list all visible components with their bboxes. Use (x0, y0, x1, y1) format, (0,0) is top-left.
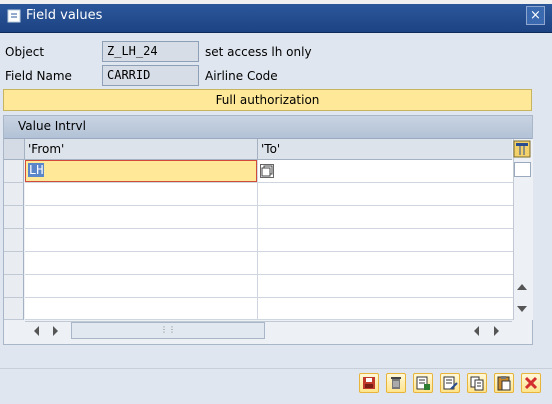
delete-button[interactable] (386, 373, 406, 393)
scroll-right-end-icon[interactable] (494, 326, 499, 336)
object-description: set access lh only (205, 45, 312, 59)
edit-row-icon (443, 376, 458, 390)
scroll-left-icon[interactable] (34, 326, 39, 336)
vertical-scroll-thumb[interactable] (514, 162, 531, 177)
copy-icon (470, 376, 484, 391)
table-row[interactable] (25, 206, 513, 229)
close-button[interactable]: × (526, 6, 545, 25)
row-selector[interactable] (4, 206, 24, 229)
table-row[interactable] (25, 229, 513, 252)
save-icon (363, 377, 375, 389)
field-name-description: Airline Code (205, 69, 278, 83)
horizontal-scroll-thumb[interactable]: ⋮⋮ (71, 322, 265, 339)
paste-button[interactable] (494, 373, 514, 393)
multiple-selection-icon[interactable] (260, 164, 274, 178)
table-row[interactable] (25, 183, 513, 206)
row-selector[interactable] (4, 183, 24, 206)
full-authorization-button[interactable]: Full authorization (3, 89, 532, 111)
scroll-up-icon[interactable] (517, 284, 527, 290)
cancel-button[interactable] (521, 373, 541, 393)
row-selector[interactable] (4, 275, 24, 298)
row-selector[interactable] (4, 252, 24, 275)
copy-button[interactable] (467, 373, 487, 393)
row-selector[interactable] (4, 160, 24, 183)
select-all-corner[interactable] (4, 139, 25, 159)
from-input-cell[interactable] (25, 160, 257, 182)
table-config-icon[interactable] (513, 140, 531, 158)
edit-row-button[interactable] (440, 373, 460, 393)
window-icon (7, 9, 21, 23)
column-header-row (4, 139, 512, 160)
table-row[interactable] (25, 275, 513, 298)
insert-row-icon (416, 376, 430, 390)
scroll-left-end-icon[interactable] (474, 326, 479, 336)
column-header-from[interactable]: 'From' (28, 142, 64, 156)
paste-icon (497, 376, 511, 391)
from-value: LH (28, 163, 45, 177)
cancel-icon (524, 376, 538, 390)
row-selector[interactable] (4, 229, 24, 252)
scroll-right-icon[interactable] (53, 326, 58, 336)
field-name-field[interactable]: CARRID (102, 65, 199, 86)
toolbar-separator (0, 368, 552, 369)
object-label: Object (5, 45, 45, 59)
column-header-to[interactable]: 'To' (261, 142, 280, 156)
window-title: Field values (26, 8, 103, 23)
insert-row-button[interactable] (413, 373, 433, 393)
panel-title: Value Intrvl (18, 119, 86, 133)
table-row[interactable] (25, 298, 513, 320)
delete-icon (391, 377, 401, 389)
table-row[interactable] (25, 252, 513, 275)
to-input-cell[interactable] (258, 160, 512, 182)
scroll-down-icon[interactable] (517, 306, 527, 312)
top-strip (0, 0, 552, 4)
field-name-label: Field Name (5, 69, 72, 83)
save-button[interactable] (359, 373, 379, 393)
row-selector[interactable] (4, 298, 24, 320)
object-field[interactable]: Z_LH_24 (102, 41, 199, 62)
